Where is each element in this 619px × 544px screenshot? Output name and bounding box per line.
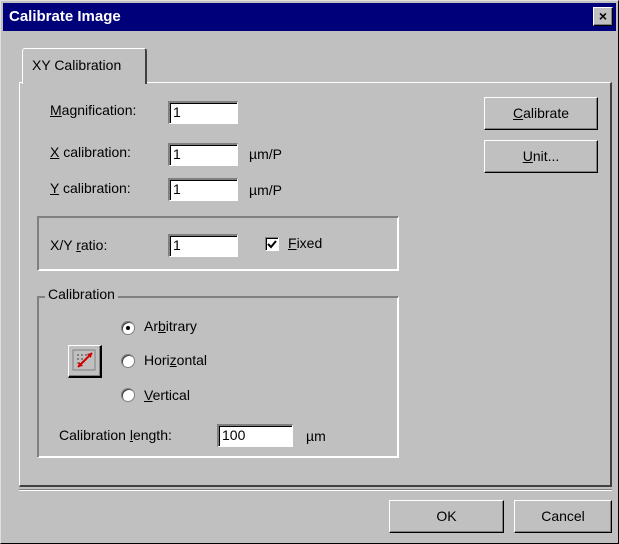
footer-divider [19, 489, 612, 491]
tab-xy-calibration[interactable]: XY Calibration [22, 48, 147, 84]
close-icon: × [598, 8, 608, 24]
cancel-button[interactable]: Cancel [514, 500, 612, 533]
tab-panel [19, 82, 612, 487]
tab-label: XY Calibration [32, 57, 122, 73]
calibrate-image-dialog: Calibrate Image × XY Calibration Magnifi… [0, 0, 619, 544]
window-title: Calibrate Image [9, 8, 121, 25]
close-button[interactable]: × [593, 7, 613, 26]
title-bar[interactable]: Calibrate Image × [3, 3, 616, 31]
ok-button[interactable]: OK [389, 500, 504, 533]
